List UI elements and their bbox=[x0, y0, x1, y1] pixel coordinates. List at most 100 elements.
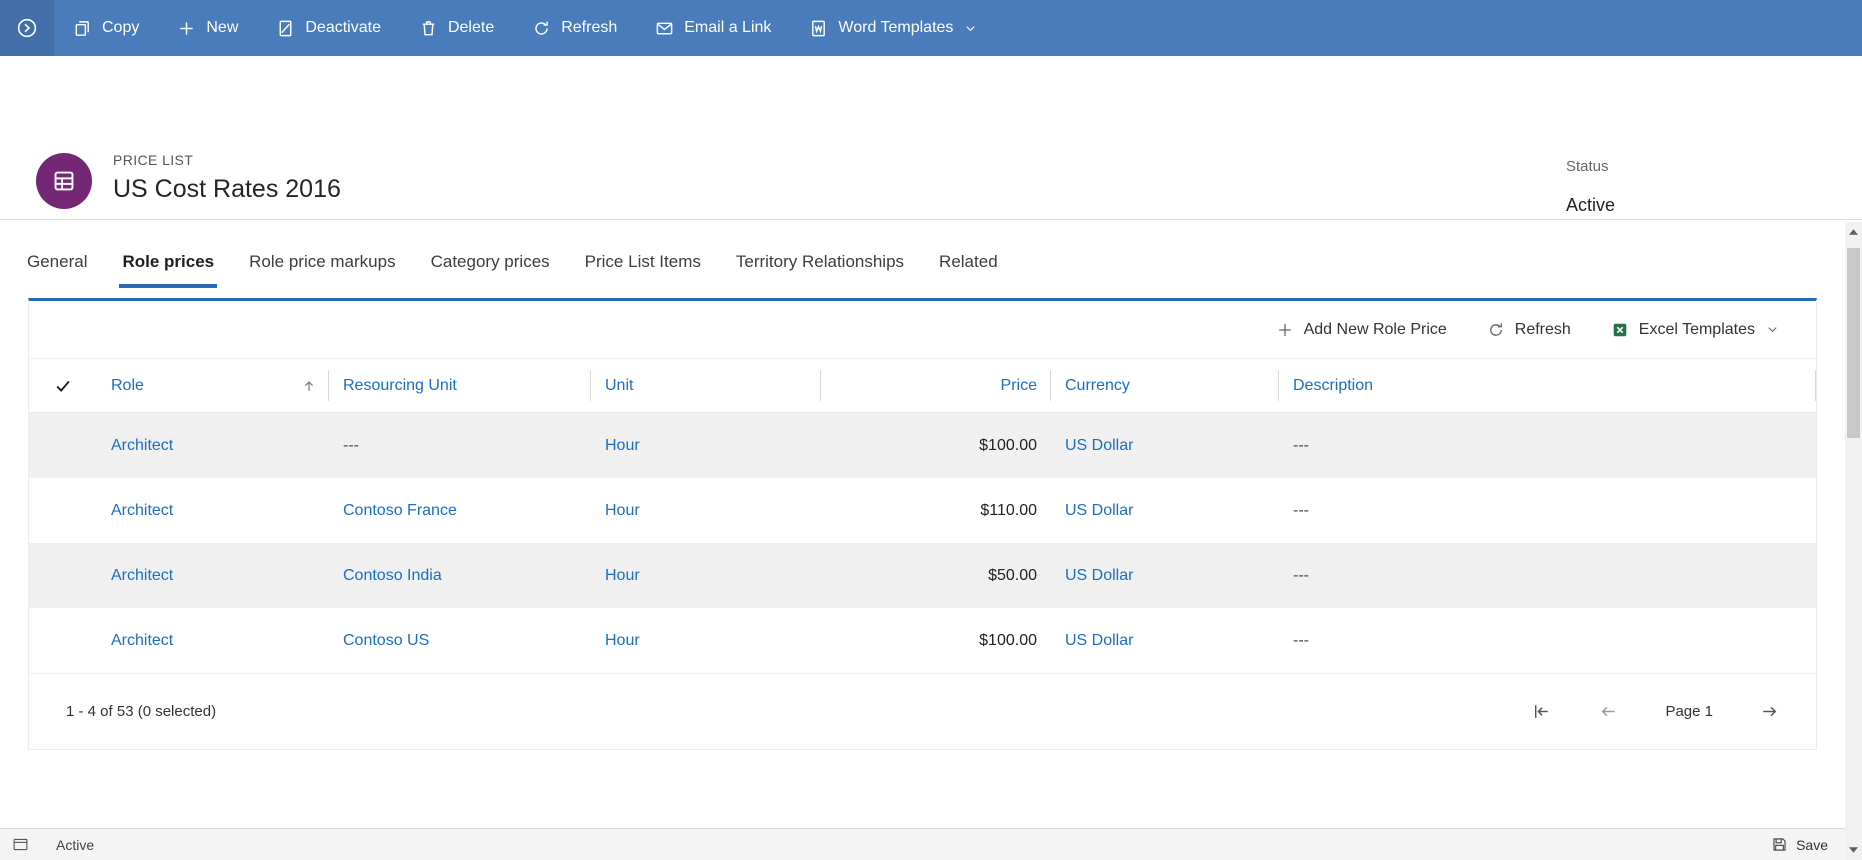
resourcing-unit-link[interactable]: Contoso India bbox=[343, 567, 442, 584]
email-a-link-button[interactable]: Email a Link bbox=[636, 0, 790, 56]
plus-icon bbox=[1276, 321, 1294, 339]
status-block: Status Active bbox=[1566, 158, 1615, 216]
tab-role-prices[interactable]: Role prices bbox=[119, 242, 217, 288]
currency-link[interactable]: US Dollar bbox=[1065, 437, 1133, 454]
description-cell: --- bbox=[1293, 501, 1309, 519]
table-row[interactable]: Architect Contoso India Hour $50.00 US D… bbox=[29, 543, 1816, 608]
tab-role-price-markups[interactable]: Role price markups bbox=[249, 242, 395, 288]
envelope-icon bbox=[655, 19, 674, 38]
role-link[interactable]: Architect bbox=[111, 502, 173, 519]
description-cell: --- bbox=[1293, 631, 1309, 649]
tab-general[interactable]: General bbox=[27, 242, 87, 288]
resourcing-unit-link[interactable]: Contoso US bbox=[343, 632, 429, 649]
new-button[interactable]: New bbox=[158, 0, 257, 56]
sort-ascending-icon bbox=[301, 378, 317, 394]
status-field-value: Active bbox=[1566, 195, 1616, 215]
deactivate-icon bbox=[276, 19, 295, 38]
expand-command-bar-button[interactable] bbox=[0, 0, 54, 56]
record-state-text: Active bbox=[56, 836, 95, 853]
grid-footer: 1 - 4 of 53 (0 selected) Page 1 bbox=[29, 673, 1816, 749]
page-title: US Cost Rates 2016 bbox=[113, 175, 341, 203]
currency-link[interactable]: US Dollar bbox=[1065, 632, 1133, 649]
pager: Page 1 bbox=[1531, 701, 1780, 722]
copy-icon bbox=[73, 19, 92, 38]
arrow-left-icon bbox=[1598, 701, 1619, 722]
currency-link[interactable]: US Dollar bbox=[1065, 502, 1133, 519]
deactivate-label: Deactivate bbox=[305, 19, 381, 36]
save-label: Save bbox=[1796, 836, 1828, 853]
page-number-label: Page 1 bbox=[1665, 703, 1713, 720]
currency-link[interactable]: US Dollar bbox=[1065, 567, 1133, 584]
next-page-button[interactable] bbox=[1759, 701, 1780, 722]
copy-button[interactable]: Copy bbox=[54, 0, 158, 56]
tab-related[interactable]: Related bbox=[939, 242, 998, 288]
grid-refresh-label: Refresh bbox=[1514, 320, 1571, 338]
tab-category-prices[interactable]: Category prices bbox=[431, 242, 550, 288]
tab-territory-relationships[interactable]: Territory Relationships bbox=[736, 242, 904, 288]
unit-link[interactable]: Hour bbox=[605, 567, 640, 584]
chevron-down-icon bbox=[963, 21, 978, 36]
scroll-up-button[interactable] bbox=[1845, 222, 1862, 242]
add-new-role-price-button[interactable]: Add New Role Price bbox=[1256, 301, 1467, 358]
column-header-price[interactable]: Price bbox=[821, 359, 1051, 412]
refresh-icon bbox=[1487, 321, 1505, 339]
arrow-right-icon bbox=[1759, 701, 1780, 722]
grid-refresh-button[interactable]: Refresh bbox=[1467, 301, 1591, 358]
vertical-scrollbar[interactable] bbox=[1845, 222, 1862, 860]
checkmark-icon bbox=[54, 377, 72, 395]
scroll-down-button[interactable] bbox=[1845, 840, 1862, 860]
table-row[interactable]: Architect Contoso France Hour $110.00 US… bbox=[29, 478, 1816, 543]
resourcing-unit-link[interactable]: Contoso France bbox=[343, 502, 457, 519]
record-header: PRICE LIST US Cost Rates 2016 Status Act… bbox=[0, 56, 1862, 220]
word-document-icon bbox=[809, 19, 828, 38]
new-label: New bbox=[206, 19, 239, 36]
delete-label: Delete bbox=[447, 19, 495, 36]
unit-link[interactable]: Hour bbox=[605, 437, 640, 454]
unit-link[interactable]: Hour bbox=[605, 502, 640, 519]
trash-icon bbox=[419, 19, 438, 38]
email-a-link-label: Email a Link bbox=[684, 19, 772, 36]
tab-bar: General Role prices Role price markups C… bbox=[0, 242, 1862, 288]
column-header-unit[interactable]: Unit bbox=[591, 359, 821, 412]
deactivate-button[interactable]: Deactivate bbox=[257, 0, 400, 56]
word-templates-label: Word Templates bbox=[838, 19, 954, 36]
first-page-button[interactable] bbox=[1531, 701, 1552, 722]
price-cell: $110.00 bbox=[980, 501, 1037, 519]
chevron-down-icon bbox=[1765, 322, 1780, 337]
scrollbar-thumb[interactable] bbox=[1847, 248, 1860, 438]
triangle-down-icon bbox=[1849, 847, 1858, 853]
column-header-description[interactable]: Description bbox=[1279, 359, 1816, 412]
table-row[interactable]: Architect Contoso US Hour $100.00 US Dol… bbox=[29, 608, 1816, 673]
grid-body: Architect --- Hour $100.00 US Dollar ---… bbox=[29, 413, 1816, 673]
role-link[interactable]: Architect bbox=[111, 632, 173, 649]
resourcing-unit-link[interactable]: --- bbox=[343, 437, 359, 454]
tab-price-list-items[interactable]: Price List Items bbox=[585, 242, 701, 288]
role-link[interactable]: Architect bbox=[111, 437, 173, 454]
entity-type-label: PRICE LIST bbox=[113, 152, 194, 168]
refresh-button[interactable]: Refresh bbox=[513, 0, 636, 56]
column-header-resourcing-unit[interactable]: Resourcing Unit bbox=[329, 359, 591, 412]
column-header-currency[interactable]: Currency bbox=[1051, 359, 1279, 412]
copy-label: Copy bbox=[102, 19, 140, 36]
delete-button[interactable]: Delete bbox=[400, 0, 513, 56]
price-list-entity-icon bbox=[36, 153, 92, 209]
table-row[interactable]: Architect --- Hour $100.00 US Dollar --- bbox=[29, 413, 1816, 478]
triangle-up-icon bbox=[1849, 229, 1858, 235]
refresh-label: Refresh bbox=[561, 19, 618, 36]
form-state-icon bbox=[0, 836, 42, 853]
price-cell: $100.00 bbox=[979, 631, 1037, 649]
price-cell: $100.00 bbox=[979, 436, 1037, 454]
unit-link[interactable]: Hour bbox=[605, 632, 640, 649]
grid-toolbar: Add New Role Price Refresh Excel Templat… bbox=[29, 301, 1816, 359]
add-new-role-price-label: Add New Role Price bbox=[1303, 320, 1447, 338]
excel-templates-button[interactable]: Excel Templates bbox=[1591, 301, 1800, 358]
select-all-checkmark[interactable] bbox=[29, 359, 97, 412]
word-templates-button[interactable]: Word Templates bbox=[790, 0, 997, 56]
status-field-label: Status bbox=[1566, 158, 1609, 175]
previous-page-button[interactable] bbox=[1598, 701, 1619, 722]
price-cell: $50.00 bbox=[988, 566, 1037, 584]
role-link[interactable]: Architect bbox=[111, 567, 173, 584]
grid-column-headers: Role Resourcing Unit Unit Price Currency… bbox=[29, 359, 1816, 413]
plus-icon bbox=[177, 19, 196, 38]
column-header-role[interactable]: Role bbox=[97, 359, 329, 412]
